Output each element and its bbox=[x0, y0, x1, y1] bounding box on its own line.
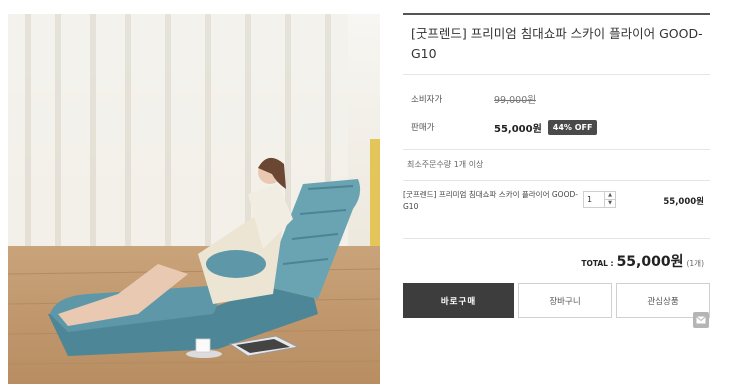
product-photo bbox=[8, 14, 380, 384]
product-info-panel: [굿프렌드] 프리미엄 침대쇼파 스카이 플라이어 GOOD-G10 소비자가 … bbox=[403, 13, 710, 318]
consumer-price-row: 소비자가 99,000원 bbox=[411, 85, 710, 113]
quantity-buttons: ▲ ▼ bbox=[604, 192, 615, 207]
quantity-down-button[interactable]: ▼ bbox=[605, 199, 615, 207]
price-block: 소비자가 99,000원 판매가 55,000원 44% OFF bbox=[403, 75, 710, 150]
add-to-cart-button[interactable]: 장바구니 bbox=[518, 283, 612, 318]
product-title: [굿프렌드] 프리미엄 침대쇼파 스카이 플라이어 GOOD-G10 bbox=[403, 15, 710, 75]
total-amount: 55,000원 bbox=[616, 254, 684, 270]
consumer-price-label: 소비자가 bbox=[411, 95, 443, 105]
min-order-text: 최소주문수량 1개 이상 bbox=[403, 150, 710, 181]
option-price: 55,000원 bbox=[663, 197, 704, 207]
buy-now-button[interactable]: 바로구매 bbox=[403, 283, 514, 318]
action-buttons: 바로구매 장바구니 관심상품 bbox=[403, 283, 710, 318]
discount-badge: 44% OFF bbox=[547, 119, 598, 135]
mail-icon[interactable] bbox=[693, 312, 709, 328]
total-count: (1개) bbox=[686, 259, 704, 268]
total-row: TOTAL : 55,000원 (1개) bbox=[403, 239, 710, 283]
sale-price-row: 판매가 55,000원 44% OFF bbox=[411, 113, 710, 141]
quantity-stepper[interactable]: 1 ▲ ▼ bbox=[583, 191, 616, 208]
selected-option-row: [굿프렌드] 프리미엄 침대쇼파 스카이 플라이어 GOOD-G10 1 ▲ ▼… bbox=[403, 181, 710, 239]
option-name: [굿프렌드] 프리미엄 침대쇼파 스카이 플라이어 GOOD-G10 bbox=[403, 190, 578, 211]
consumer-price: 99,000원 bbox=[494, 95, 536, 106]
quantity-up-button[interactable]: ▲ bbox=[605, 192, 615, 199]
sale-price: 55,000원 bbox=[494, 123, 542, 135]
sale-price-label: 판매가 bbox=[411, 123, 435, 133]
quantity-value[interactable]: 1 bbox=[584, 192, 604, 207]
total-label: TOTAL : bbox=[581, 259, 614, 268]
